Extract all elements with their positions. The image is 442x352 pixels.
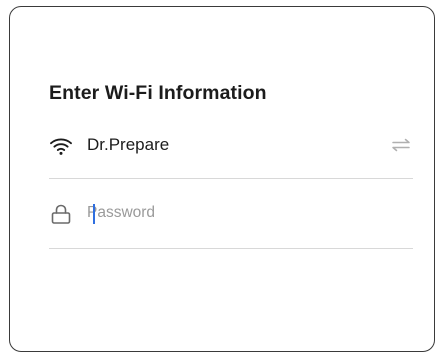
password-input[interactable] (87, 200, 407, 226)
password-row[interactable] (49, 196, 413, 232)
password-divider (49, 248, 413, 249)
page-title: Enter Wi-Fi Information (49, 82, 267, 104)
network-divider (49, 178, 413, 179)
network-row[interactable]: Dr.Prepare (49, 128, 413, 164)
switch-network-icon[interactable] (391, 138, 411, 152)
lock-icon (49, 202, 73, 226)
network-ssid: Dr.Prepare (87, 135, 170, 154)
text-caret (93, 204, 95, 224)
wifi-info-card (9, 6, 435, 352)
wifi-icon (49, 134, 73, 158)
